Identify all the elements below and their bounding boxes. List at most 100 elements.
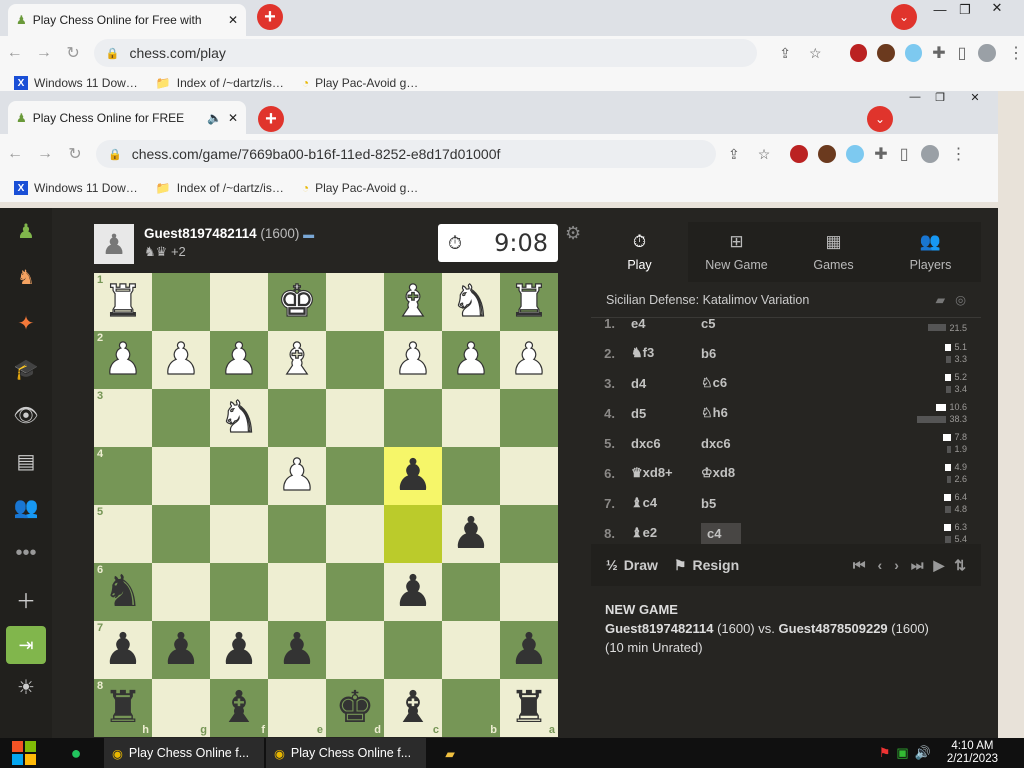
board-square[interactable] — [326, 505, 384, 563]
board-square[interactable]: 2 ♟ — [94, 331, 152, 389]
board-square[interactable]: ♟ — [384, 563, 442, 621]
board-square[interactable]: ♝ — [268, 331, 326, 389]
white-move[interactable]: ♝e2 — [623, 525, 701, 541]
chess-piece[interactable]: ♚ — [277, 279, 318, 324]
black-move[interactable]: ♔xd8 — [701, 465, 781, 481]
explorer-icon[interactable]: ◎ — [955, 292, 966, 307]
close-icon[interactable]: ✕ — [228, 111, 238, 125]
white-move[interactable]: ♞f3 — [623, 345, 701, 361]
board-square[interactable]: g — [152, 679, 210, 737]
board-square[interactable]: 1 ♜ — [94, 273, 152, 331]
tab-search-icon[interactable]: ⌄ — [867, 106, 893, 132]
board-square[interactable] — [326, 389, 384, 447]
tab-games[interactable]: ▦ Games — [785, 222, 882, 282]
black-move[interactable]: ♘c6 — [701, 375, 781, 391]
forward-icon[interactable]: → — [29, 44, 58, 62]
news-icon[interactable]: ▤ — [0, 438, 52, 484]
chess-piece[interactable]: ♟ — [451, 337, 492, 382]
board-square[interactable]: ♟ — [384, 331, 442, 389]
board-square[interactable] — [500, 389, 558, 447]
board-square[interactable] — [384, 505, 442, 563]
board-square[interactable]: f ♝ — [210, 679, 268, 737]
black-move[interactable]: b6 — [701, 346, 781, 361]
login-icon[interactable]: ⇥ — [6, 626, 46, 664]
reload-icon[interactable]: ↻ — [59, 43, 88, 63]
board-square[interactable]: ♟ — [268, 621, 326, 679]
board-square[interactable] — [152, 447, 210, 505]
chess-logo-icon[interactable]: ♟ — [0, 208, 52, 254]
chess-piece[interactable]: ♚ — [335, 686, 374, 730]
reload-icon[interactable]: ↻ — [60, 144, 90, 164]
board-square[interactable] — [500, 505, 558, 563]
board-square[interactable]: 4 — [94, 447, 152, 505]
last-move-icon[interactable]: ⏭ — [911, 557, 924, 574]
white-move[interactable]: e4 — [623, 318, 701, 331]
board-square[interactable]: a ♜ — [500, 679, 558, 737]
inner-tab[interactable]: ♟ Play Chess Online for FREE 🔈 ✕ — [8, 101, 246, 134]
chess-piece[interactable]: ♟ — [219, 337, 260, 382]
board-square[interactable]: ♟ — [268, 447, 326, 505]
theme-icon[interactable]: ☀ — [0, 668, 52, 706]
tab-search-icon[interactable]: ⌄ — [891, 4, 917, 30]
board-square[interactable] — [326, 273, 384, 331]
chess-piece[interactable]: ♝ — [393, 279, 434, 324]
board-square[interactable] — [384, 621, 442, 679]
tab-players[interactable]: 👥 Players — [882, 222, 979, 282]
board-square[interactable] — [326, 331, 384, 389]
board-square[interactable]: ♟ — [442, 331, 500, 389]
chess-piece[interactable]: ♞ — [451, 279, 492, 324]
chess-piece[interactable]: ♝ — [219, 686, 258, 730]
flag-resign-icon[interactable]: ⚑ — [674, 557, 687, 574]
board-square[interactable] — [152, 273, 210, 331]
outer-tab[interactable]: ♟ Play Chess Online for Free with ✕ — [8, 4, 246, 36]
share-icon[interactable]: ⇪ — [728, 146, 740, 163]
chess-piece[interactable]: ♝ — [393, 686, 432, 730]
board-square[interactable] — [326, 447, 384, 505]
board-square[interactable]: ♞ — [442, 273, 500, 331]
chess-piece[interactable]: ♟ — [509, 628, 548, 672]
board-square[interactable] — [152, 505, 210, 563]
taskbar-chrome[interactable]: ◉ Play Chess Online f... — [104, 738, 264, 768]
back-icon[interactable]: ← — [0, 145, 30, 163]
opening-name[interactable]: Sicilian Defense: Katalimov Variation — [606, 293, 809, 307]
tab-play[interactable]: ⏱ Play — [591, 222, 688, 282]
bookmark[interactable]: 📁 Index of /~dartz/is… — [156, 181, 284, 195]
chess-piece[interactable]: ♟ — [451, 512, 490, 556]
chess-piece[interactable]: ♟ — [277, 453, 318, 498]
speaker-icon[interactable]: 🔈 — [207, 111, 222, 125]
chess-piece[interactable]: ♝ — [277, 337, 318, 382]
board-square[interactable]: 3 — [94, 389, 152, 447]
board-square[interactable] — [210, 447, 268, 505]
prev-move-icon[interactable]: ‹ — [878, 557, 883, 573]
board-square[interactable]: ♟ — [152, 331, 210, 389]
board-square[interactable]: ♟ — [500, 331, 558, 389]
network-icon[interactable]: ▣ — [896, 745, 908, 761]
bookmark[interactable]: ◔ Play Pac-Avoid g… — [302, 76, 418, 90]
white-move[interactable]: d4 — [623, 376, 701, 391]
board-square[interactable] — [500, 447, 558, 505]
chess-piece[interactable]: ♟ — [393, 337, 434, 382]
board-square[interactable] — [500, 563, 558, 621]
tab-new-game[interactable]: ⊞ New Game — [688, 222, 785, 282]
white-move[interactable]: ♛xd8+ — [623, 465, 701, 481]
folder-icon[interactable]: ▰ — [426, 738, 474, 768]
chess-piece[interactable]: ♟ — [161, 628, 200, 672]
extension-icon[interactable] — [904, 44, 923, 62]
board-square[interactable] — [152, 563, 210, 621]
board-square[interactable]: d ♚ — [326, 679, 384, 737]
taskbar-chrome[interactable]: ◉ Play Chess Online f... — [266, 738, 426, 768]
chess-piece[interactable]: ♟ — [277, 628, 316, 672]
social-icon[interactable]: 👥 — [0, 484, 52, 530]
white-move[interactable]: dxc6 — [623, 436, 701, 451]
board-square[interactable]: 8 h ♜ — [94, 679, 152, 737]
book-icon[interactable]: ▰ — [935, 292, 945, 307]
chess-piece[interactable]: ♜ — [509, 686, 548, 730]
next-move-icon[interactable]: › — [894, 557, 899, 573]
outer-address-bar[interactable]: 🔒 chess.com/play — [93, 39, 758, 67]
black-move[interactable]: dxc6 — [701, 436, 781, 451]
chess-piece[interactable]: ♟ — [393, 454, 432, 498]
chess-board[interactable]: 1 ♜ ♚ ♝ ♞ ♜ 2 ♟ ♟ ♟ ♝ ♟ ♟ ♟ 3 ♞ 4 ♟ ♟ 5 ♟ 6 ♞ ♟ 7 ♟ ♟ ♟ ♟ ♟ 8 h ♜ g f ♝ e d ♚ c… — [94, 273, 558, 737]
menu-icon[interactable]: ⋮ — [951, 144, 967, 164]
menu-icon[interactable]: ⋮ — [1008, 43, 1024, 63]
puzzle-icon[interactable]: ✚ — [874, 144, 887, 164]
